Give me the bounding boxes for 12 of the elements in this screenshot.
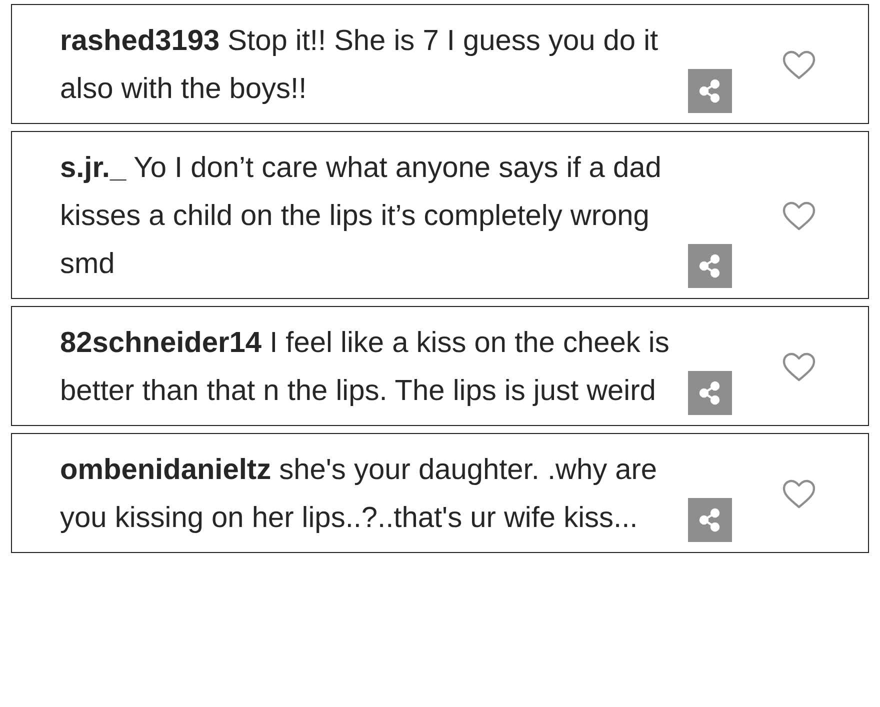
comment-text: 82schneider14 I feel like a kiss on the cheek is better than that n the lips. The lips is just weird: [60, 326, 670, 409]
heart-icon[interactable]: [782, 479, 816, 509]
comment-text: rashed3193 Stop it!! She is 7 I guess you do it also with the boys!!: [60, 24, 660, 107]
share-button[interactable]: [688, 244, 732, 288]
share-button[interactable]: [688, 498, 732, 542]
heart-icon[interactable]: [782, 50, 816, 80]
share-button[interactable]: [688, 69, 732, 113]
comment-text: s.jr._ Yo I don’t care what anyone says if a dad kisses a child on the lips it’s completely wrong smd: [60, 151, 662, 282]
heart-icon[interactable]: [782, 201, 816, 231]
comment-text: ombenidanieltz she's your daughter. .why are you kissing on her lips..?..that's ur wife kiss...: [60, 453, 658, 536]
heart-icon[interactable]: [782, 352, 816, 382]
share-button[interactable]: [688, 371, 732, 415]
